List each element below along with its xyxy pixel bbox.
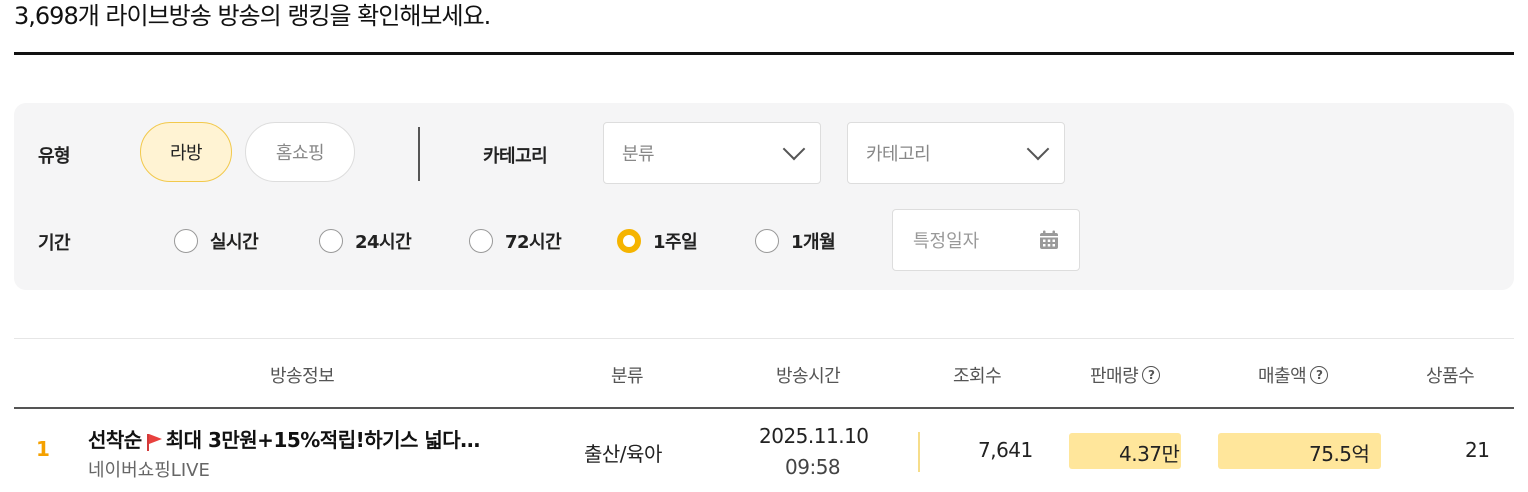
category-label: 카테고리	[483, 146, 548, 167]
type-label: 유형	[38, 146, 71, 167]
category-select[interactable]: 카테고리	[847, 122, 1065, 184]
broadcast-title-prefix: 선착순	[88, 428, 142, 452]
category-select-value: 카테고리	[866, 144, 931, 165]
type-option-live[interactable]: 라방	[140, 122, 232, 182]
column-header-broadcast-info: 방송정보	[270, 366, 335, 387]
period-option-label: 1개월	[791, 232, 836, 253]
radio-button[interactable]	[469, 229, 493, 253]
broadcast-title[interactable]: 선착순 최대 3만원+15%적립!하기스 넓다…	[88, 424, 480, 453]
period-option-label: 72시간	[505, 232, 562, 253]
specific-date-input[interactable]: 특정일자	[892, 209, 1080, 271]
period-option-label: 실시간	[210, 232, 259, 253]
column-header-category: 분류	[611, 366, 644, 387]
page-headline: 3,698개 라이브방송 방송의 랭킹을 확인해보세요.	[14, 2, 491, 30]
filter-divider	[418, 127, 420, 181]
period-option-realtime[interactable]: 실시간	[174, 228, 259, 254]
calendar-icon	[1040, 230, 1058, 249]
radio-button[interactable]	[319, 229, 343, 253]
type-option-homeshopping[interactable]: 홈쇼핑	[245, 122, 355, 182]
period-option-1week[interactable]: 1주일	[617, 228, 698, 254]
period-label: 기간	[38, 233, 71, 254]
broadcast-date: 2025.11.10	[759, 424, 869, 448]
table-top-border	[14, 338, 1514, 339]
chevron-down-icon	[1026, 137, 1050, 161]
table-header-border	[14, 407, 1514, 409]
column-header-views[interactable]: 조회수	[953, 362, 1002, 388]
date-placeholder: 특정일자	[913, 231, 980, 252]
period-option-1month[interactable]: 1개월	[755, 228, 836, 254]
help-icon[interactable]: ?	[1310, 366, 1329, 384]
broadcast-title-text: 최대 3만원+15%적립!하기스 넓다…	[165, 428, 481, 452]
revenue-amount: 75.5억	[1309, 442, 1370, 466]
flag-icon	[146, 433, 162, 451]
help-icon[interactable]: ?	[1142, 366, 1161, 384]
product-count: 21	[1465, 438, 1490, 462]
period-option-label: 1주일	[653, 232, 698, 253]
column-header-broadcast-time: 방송시간	[776, 366, 841, 387]
rank-number: 1	[36, 437, 50, 461]
broadcast-time: 09:58	[785, 455, 841, 479]
channel-name: 네이버쇼핑LIVE	[88, 460, 210, 481]
column-header-sales[interactable]: 판매량 ?	[1090, 362, 1161, 388]
row-category: 출산/육아	[584, 442, 662, 466]
column-header-sales-label: 판매량	[1090, 366, 1139, 387]
chevron-down-icon	[782, 137, 806, 161]
radio-button[interactable]	[174, 229, 198, 253]
period-option-label: 24시간	[355, 232, 412, 253]
classification-select-value: 분류	[622, 144, 655, 165]
column-header-product-count[interactable]: 상품수	[1426, 362, 1475, 388]
radio-button[interactable]	[755, 229, 779, 253]
classification-select[interactable]: 분류	[603, 122, 821, 184]
radio-button-selected[interactable]	[617, 229, 641, 253]
column-header-revenue-label: 매출액	[1258, 366, 1307, 387]
column-header-revenue[interactable]: 매출액 ?	[1258, 362, 1329, 388]
period-option-24h[interactable]: 24시간	[319, 228, 412, 254]
sales-volume: 4.37만	[1119, 442, 1180, 466]
headline-divider	[14, 52, 1514, 55]
view-count: 7,641	[978, 438, 1033, 462]
column-divider	[918, 432, 920, 472]
period-option-72h[interactable]: 72시간	[469, 228, 562, 254]
